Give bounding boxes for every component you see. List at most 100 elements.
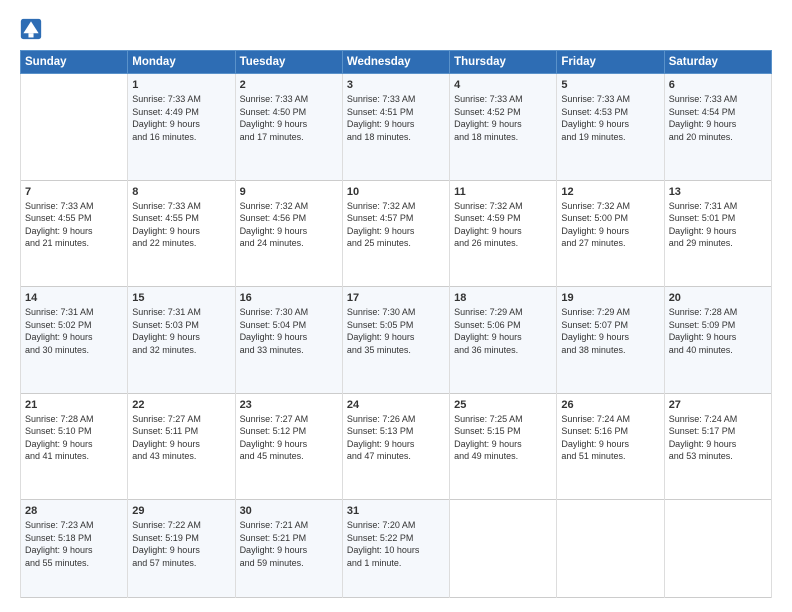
day-number: 26 xyxy=(561,399,659,411)
day-info: Sunrise: 7:30 AM Sunset: 5:05 PM Dayligh… xyxy=(347,306,445,356)
calendar-cell: 7 Sunrise: 7:33 AM Sunset: 4:55 PM Daylig… xyxy=(21,180,128,287)
day-info: Sunrise: 7:29 AM Sunset: 5:06 PM Dayligh… xyxy=(454,306,552,356)
day-number: 18 xyxy=(454,292,552,304)
calendar-cell: 5 Sunrise: 7:33 AM Sunset: 4:53 PM Daylig… xyxy=(557,74,664,181)
header xyxy=(20,18,772,40)
day-info: Sunrise: 7:25 AM Sunset: 5:15 PM Dayligh… xyxy=(454,413,552,463)
day-number: 8 xyxy=(132,186,230,198)
calendar-cell xyxy=(557,500,664,598)
calendar-table: SundayMondayTuesdayWednesdayThursdayFrid… xyxy=(20,50,772,598)
day-number: 3 xyxy=(347,79,445,91)
day-info: Sunrise: 7:24 AM Sunset: 5:17 PM Dayligh… xyxy=(669,413,767,463)
calendar-cell xyxy=(450,500,557,598)
calendar-cell: 20Sunrise: 7:28 AM Sunset: 5:09 PM Dayli… xyxy=(664,287,771,394)
calendar-cell: 29 Sunrise: 7:22 AM Sunset: 5:19 PM Dayli… xyxy=(128,500,235,598)
calendar-cell xyxy=(664,500,771,598)
day-number: 23 xyxy=(240,399,338,411)
day-number: 28 xyxy=(25,505,123,517)
calendar-week-row: 28 Sunrise: 7:23 AM Sunset: 5:18 PM Dayli… xyxy=(21,500,772,598)
calendar-cell: 27 Sunrise: 7:24 AM Sunset: 5:17 PM Dayli… xyxy=(664,393,771,500)
day-info: Sunrise: 7:29 AM Sunset: 5:07 PM Dayligh… xyxy=(561,306,659,356)
day-number: 22 xyxy=(132,399,230,411)
day-info: Sunrise: 7:22 AM Sunset: 5:19 PM Dayligh… xyxy=(132,519,230,569)
day-number: 15 xyxy=(132,292,230,304)
day-info: Sunrise: 7:23 AM Sunset: 5:18 PM Dayligh… xyxy=(25,519,123,569)
calendar-cell: 12 Sunrise: 7:32 AM Sunset: 5:00 PM Dayli… xyxy=(557,180,664,287)
calendar-cell: 13 Sunrise: 7:31 AM Sunset: 5:01 PM Dayli… xyxy=(664,180,771,287)
day-number: 14 xyxy=(25,292,123,304)
day-number: 29 xyxy=(132,505,230,517)
day-number: 7 xyxy=(25,186,123,198)
day-number: 12 xyxy=(561,186,659,198)
day-info: Sunrise: 7:32 AM Sunset: 4:56 PM Dayligh… xyxy=(240,200,338,250)
day-info: Sunrise: 7:33 AM Sunset: 4:53 PM Dayligh… xyxy=(561,93,659,143)
weekday-header: Sunday xyxy=(21,51,128,74)
day-info: Sunrise: 7:33 AM Sunset: 4:52 PM Dayligh… xyxy=(454,93,552,143)
day-number: 16 xyxy=(240,292,338,304)
day-info: Sunrise: 7:32 AM Sunset: 4:57 PM Dayligh… xyxy=(347,200,445,250)
calendar-cell: 23Sunrise: 7:27 AM Sunset: 5:12 PM Dayli… xyxy=(235,393,342,500)
weekday-header: Wednesday xyxy=(342,51,449,74)
day-info: Sunrise: 7:21 AM Sunset: 5:21 PM Dayligh… xyxy=(240,519,338,569)
weekday-header: Saturday xyxy=(664,51,771,74)
day-number: 25 xyxy=(454,399,552,411)
calendar-cell xyxy=(21,74,128,181)
day-info: Sunrise: 7:33 AM Sunset: 4:55 PM Dayligh… xyxy=(25,200,123,250)
calendar-cell: 16Sunrise: 7:30 AM Sunset: 5:04 PM Dayli… xyxy=(235,287,342,394)
day-number: 1 xyxy=(132,79,230,91)
day-info: Sunrise: 7:24 AM Sunset: 5:16 PM Dayligh… xyxy=(561,413,659,463)
calendar-cell: 28 Sunrise: 7:23 AM Sunset: 5:18 PM Dayli… xyxy=(21,500,128,598)
day-number: 27 xyxy=(669,399,767,411)
weekday-header: Thursday xyxy=(450,51,557,74)
day-info: Sunrise: 7:28 AM Sunset: 5:09 PM Dayligh… xyxy=(669,306,767,356)
calendar-cell: 3 Sunrise: 7:33 AM Sunset: 4:51 PM Daylig… xyxy=(342,74,449,181)
day-info: Sunrise: 7:26 AM Sunset: 5:13 PM Dayligh… xyxy=(347,413,445,463)
day-info: Sunrise: 7:31 AM Sunset: 5:02 PM Dayligh… xyxy=(25,306,123,356)
page: SundayMondayTuesdayWednesdayThursdayFrid… xyxy=(0,0,792,612)
calendar-cell: 25 Sunrise: 7:25 AM Sunset: 5:15 PM Dayli… xyxy=(450,393,557,500)
calendar-cell: 14 Sunrise: 7:31 AM Sunset: 5:02 PM Dayli… xyxy=(21,287,128,394)
calendar-cell: 8 Sunrise: 7:33 AM Sunset: 4:55 PM Daylig… xyxy=(128,180,235,287)
day-number: 11 xyxy=(454,186,552,198)
calendar-cell: 26 Sunrise: 7:24 AM Sunset: 5:16 PM Dayli… xyxy=(557,393,664,500)
day-number: 6 xyxy=(669,79,767,91)
calendar-cell: 31 Sunrise: 7:20 AM Sunset: 5:22 PM Dayli… xyxy=(342,500,449,598)
day-info: Sunrise: 7:33 AM Sunset: 4:55 PM Dayligh… xyxy=(132,200,230,250)
logo-icon xyxy=(20,18,42,40)
calendar-week-row: 21Sunrise: 7:28 AM Sunset: 5:10 PM Dayli… xyxy=(21,393,772,500)
calendar-cell: 11 Sunrise: 7:32 AM Sunset: 4:59 PM Dayli… xyxy=(450,180,557,287)
day-info: Sunrise: 7:27 AM Sunset: 5:11 PM Dayligh… xyxy=(132,413,230,463)
weekday-header: Tuesday xyxy=(235,51,342,74)
calendar-cell: 1 Sunrise: 7:33 AM Sunset: 4:49 PM Daylig… xyxy=(128,74,235,181)
calendar-cell: 9Sunrise: 7:32 AM Sunset: 4:56 PM Daylig… xyxy=(235,180,342,287)
day-number: 13 xyxy=(669,186,767,198)
calendar-cell: 6Sunrise: 7:33 AM Sunset: 4:54 PM Daylig… xyxy=(664,74,771,181)
day-number: 24 xyxy=(347,399,445,411)
calendar-cell: 21Sunrise: 7:28 AM Sunset: 5:10 PM Dayli… xyxy=(21,393,128,500)
calendar-header: SundayMondayTuesdayWednesdayThursdayFrid… xyxy=(21,51,772,74)
calendar-cell: 17Sunrise: 7:30 AM Sunset: 5:05 PM Dayli… xyxy=(342,287,449,394)
logo xyxy=(20,18,44,40)
day-number: 30 xyxy=(240,505,338,517)
day-number: 19 xyxy=(561,292,659,304)
calendar-body: 1 Sunrise: 7:33 AM Sunset: 4:49 PM Daylig… xyxy=(21,74,772,598)
calendar-cell: 18 Sunrise: 7:29 AM Sunset: 5:06 PM Dayli… xyxy=(450,287,557,394)
day-number: 5 xyxy=(561,79,659,91)
calendar-cell: 22 Sunrise: 7:27 AM Sunset: 5:11 PM Dayli… xyxy=(128,393,235,500)
day-info: Sunrise: 7:33 AM Sunset: 4:49 PM Dayligh… xyxy=(132,93,230,143)
day-number: 10 xyxy=(347,186,445,198)
calendar-week-row: 1 Sunrise: 7:33 AM Sunset: 4:49 PM Daylig… xyxy=(21,74,772,181)
calendar-cell: 10 Sunrise: 7:32 AM Sunset: 4:57 PM Dayli… xyxy=(342,180,449,287)
day-number: 4 xyxy=(454,79,552,91)
calendar-cell: 24 Sunrise: 7:26 AM Sunset: 5:13 PM Dayli… xyxy=(342,393,449,500)
day-info: Sunrise: 7:32 AM Sunset: 5:00 PM Dayligh… xyxy=(561,200,659,250)
day-number: 31 xyxy=(347,505,445,517)
day-info: Sunrise: 7:31 AM Sunset: 5:01 PM Dayligh… xyxy=(669,200,767,250)
weekday-header: Monday xyxy=(128,51,235,74)
day-info: Sunrise: 7:32 AM Sunset: 4:59 PM Dayligh… xyxy=(454,200,552,250)
day-info: Sunrise: 7:33 AM Sunset: 4:51 PM Dayligh… xyxy=(347,93,445,143)
calendar-week-row: 14 Sunrise: 7:31 AM Sunset: 5:02 PM Dayli… xyxy=(21,287,772,394)
day-info: Sunrise: 7:33 AM Sunset: 4:50 PM Dayligh… xyxy=(240,93,338,143)
day-number: 2 xyxy=(240,79,338,91)
day-info: Sunrise: 7:20 AM Sunset: 5:22 PM Dayligh… xyxy=(347,519,445,569)
